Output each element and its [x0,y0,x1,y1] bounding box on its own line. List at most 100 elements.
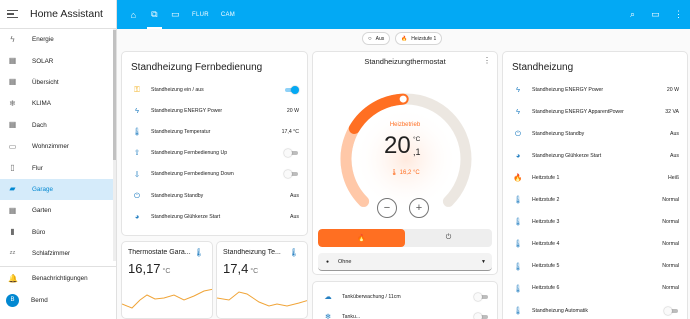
toggle-switch[interactable] [474,312,489,319]
entity-row-standheizung-automatik[interactable]: 🌡 Standheizung Automatik [503,304,687,317]
tank-icon: ☁ [324,291,332,301]
entity-name: Heitzstufe 6 [532,285,560,292]
entity-row-heitzstufe-5[interactable]: 🌡 Heitzstufe 5 Normal [503,260,687,273]
tab-devices-icon[interactable]: ⧉ [144,0,165,29]
current-temperature: 🌡 16,2 °C [390,170,420,176]
entity-row-standheizung-energy-apparentpower[interactable]: ϟ Standheizung ENERGY ApparentPower 32 VA [503,105,687,118]
arrow-up-icon: ⇧ [133,148,141,158]
toggle-switch[interactable] [664,306,679,315]
entity-value: Aus [290,192,299,199]
power-icon: ⏻ [445,234,452,241]
toggle-switch[interactable] [284,85,299,94]
door-icon: ▯ [10,163,15,173]
sidebar-item-profile[interactable]: B Bernd [0,289,116,311]
entity-row-snowflake[interactable]: ❄ Tanku... [313,310,497,319]
entity-row-tank[interactable]: ☁ Tanküberwachung / 11cm [313,290,497,303]
gauge-icon: ◕ [515,151,521,161]
app: Home Assistant ϟ Energie ▦ SOLAR ▦ Übersicht ❄… [0,0,690,319]
entity-name: Standheizung Standby [532,130,585,137]
notifications-label: Benachrichtigungen [32,274,88,282]
sidebar-item-klima[interactable]: ❄ KLIMA [0,93,114,114]
entity-name: Heitzstufe 3 [532,219,560,226]
sidebar-item-b-ro[interactable]: ▮ Büro [0,222,114,243]
entity-row-standheizung-temperatur[interactable]: 🌡 Standheizung Temperatur 17,4 °C [122,125,307,138]
sidebar-item-label: KLIMA [32,100,51,108]
entity-row-standheizung-standby[interactable]: ⏻ Standheizung Standby Aus [503,127,687,140]
preset-select[interactable]: ● Ohne ▼ [318,253,492,271]
lightning-icon: ϟ [135,105,139,115]
sensor-sparkline [217,291,307,307]
target-decimal: ,1 [413,147,421,157]
entity-row-standheizung-fernbedienung-up[interactable]: ⇧ Standheizung Fernbedienung Up [122,147,307,160]
entity-row-standheizung-fernbedienung-down[interactable]: ⇩ Standheizung Fernbedienung Down [122,168,307,181]
badge-heizstufe-1[interactable]: 🔥 Heizstufe 1 [395,32,443,45]
sidebar-footer: 🔔 Benachrichtigungen B Bernd [0,266,116,311]
toggle-switch[interactable] [284,170,299,179]
dashboard-icon: ▦ [8,56,17,66]
sidebar-item-schlafzimmer[interactable]: ᶻᶻ Schlafzimmer [0,243,114,261]
entity-name: Standheizung Temperatur [151,128,211,135]
tab-battery-icon[interactable]: ▭ [165,0,186,29]
entity-name: Standheizung Glühkerze Start [151,213,221,220]
mode-off-button[interactable]: ⏻ [405,229,492,247]
sidebar-item-energie[interactable]: ϟ Energie [0,29,114,50]
assist-icon[interactable]: ▭ [644,9,667,20]
decrease-button[interactable]: − [377,198,397,218]
dashboard-icon: ▦ [8,205,17,215]
increase-button[interactable]: + [409,198,429,218]
entity-row-standheizung-gl-hkerze-start[interactable]: ◕ Standheizung Glühkerze Start Aus [122,210,307,223]
entity-value: Normal [662,263,679,270]
entity-name: Standheizung ENERGY Power [151,107,223,114]
entity-row-standheizung-energy-power[interactable]: ϟ Standheizung ENERGY Power 20 W [122,104,307,117]
entity-value: Normal [662,241,679,248]
sensor-card-garage[interactable]: Thermostate Gara... 🌡 16,17 °C [121,241,213,319]
mode-heat-button[interactable]: 🔥 [318,229,405,247]
entity-row-standheizung-energy-power[interactable]: ϟ Standheizung ENERGY Power 20 W [503,83,687,96]
entity-row-standheizung-gl-hkerze-start[interactable]: ◕ Standheizung Glühkerze Start Aus [503,149,687,162]
entity-row-heitzstufe-6[interactable]: 🌡 Heitzstufe 6 Normal [503,282,687,295]
thermometer-icon: 🌡 [390,170,400,176]
sidebar-item-garten[interactable]: ▦ Garten [0,200,114,221]
entity-value: Aus [290,213,299,220]
entity-row-standheizung-standby[interactable]: ⏻ Standheizung Standby Aus [122,189,307,202]
mode-label: Heizbetrieb [389,122,421,128]
sidebar-item-flur[interactable]: ▯ Flur [0,157,114,178]
remote-card: Standheizung Fernbedienung ⚿ Standheizung… [121,51,308,236]
sensor-card-standheizung[interactable]: Standheizung Te... 🌡 17,4 °C [216,241,308,319]
sidebar-item-dach[interactable]: ▦ Dach [0,115,114,136]
thermometer-icon: 🌡 [513,305,523,315]
dashboard-icon: ▦ [8,77,17,87]
sidebar-item-label: SOLAR [32,57,54,65]
entity-name: Standheizung Fernbedienung Down [151,171,234,178]
entity-row-heitzstufe-3[interactable]: 🌡 Heitzstufe 3 Normal [503,216,687,229]
entity-value: Normal [662,197,679,203]
arrow-down-icon: ⇩ [133,169,141,179]
devices-icon: ⧉ [151,9,158,19]
fire-icon: 🔥 [401,35,408,42]
tab-home-icon[interactable]: ⌂ [123,0,144,29]
sidebar-item-notifications[interactable]: 🔔 Benachrichtigungen [0,267,116,289]
badge-aus[interactable]: ○ Aus [362,32,391,45]
menu-icon[interactable] [7,9,18,19]
sidebar-scrollbar[interactable] [113,29,116,261]
target-unit: °C [413,136,421,143]
entity-row-heitzstufe-4[interactable]: 🌡 Heitzstufe 4 Normal [503,238,687,251]
entity-row-heitzstufe-1[interactable]: 🔥 Heitzstufe 1 Heiß [503,171,687,184]
sidebar-item-label: Flur [32,164,43,172]
sidebar-item-garage[interactable]: ▰ Garage [0,178,114,201]
entity-row-standheizung-ein-aus[interactable]: ⚿ Standheizung ein / aus [122,83,307,96]
sensor-sparkline [122,288,212,309]
entity-row-heitzstufe-2[interactable]: 🌡 Heitzstufe 2 Normal [503,194,687,207]
search-icon[interactable]: ⌕ [621,9,644,20]
fire-icon: 🔥 [357,235,366,242]
entity-name: Standheizung ein / aus [151,86,204,93]
sidebar-item--bersicht[interactable]: ▦ Übersicht [0,72,114,93]
tab-cam[interactable]: CAM [215,0,241,29]
sidebar-item-wohnzimmer[interactable]: ▭ Wohnzimmer [0,136,114,157]
toggle-switch[interactable] [474,292,489,301]
toggle-switch[interactable] [284,149,299,158]
entity-name: Standheizung Automatik [532,307,588,314]
more-icon[interactable]: ⋮ [667,9,690,20]
sidebar-item-solar[interactable]: ▦ SOLAR [0,50,114,71]
tab-flur[interactable]: FLUR [186,0,215,29]
